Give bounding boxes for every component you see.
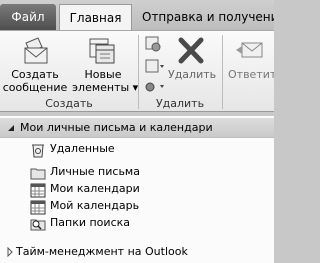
ribbon: Создать сообщение Новые элементы ▾ Создать xyxy=(0,30,274,112)
outlook-window: Файл Главная Отправка и получение Создат… xyxy=(0,0,274,263)
folder-icon xyxy=(30,168,46,180)
create-message-button[interactable]: Создать сообщение xyxy=(2,33,68,94)
calendar-icon xyxy=(30,183,46,198)
new-items-icon xyxy=(89,38,115,64)
dropdown-caret-icon: ▾ xyxy=(129,81,139,94)
create-message-label: Создать сообщение xyxy=(2,68,68,94)
ribbon-tab-bar: Файл Главная Отправка и получение xyxy=(0,0,274,30)
collapse-arrow-icon[interactable] xyxy=(6,123,16,133)
new-mail-icon xyxy=(24,37,48,64)
delete-button[interactable]: Удалить xyxy=(168,33,217,91)
new-items-label: Новые элементы ▾ xyxy=(72,68,139,94)
folder-label: Удаленные xyxy=(50,142,115,155)
expand-arrow-icon[interactable] xyxy=(6,247,14,257)
deleted-items-icon xyxy=(32,144,44,158)
ribbon-separator xyxy=(138,35,139,109)
delete-icon xyxy=(178,37,204,64)
navigation-pane: Мои личные письма и календари Удаленные … xyxy=(0,112,274,263)
reply-button[interactable]: Ответить xyxy=(228,33,274,91)
create-group-label: Создать xyxy=(45,97,93,110)
delete-group-label: Удалить xyxy=(155,97,205,110)
pane-divider[interactable] xyxy=(0,112,274,116)
search-folder-icon xyxy=(30,219,46,231)
tab-home[interactable]: Главная xyxy=(59,4,132,30)
folder-label: Мой календарь xyxy=(50,199,140,212)
outlook-data-file[interactable]: Тайм-менеджмент на Outlook xyxy=(0,242,274,263)
mailbox-header[interactable]: Мои личные письма и календари xyxy=(0,118,274,138)
tab-send-receive[interactable]: Отправка и получение xyxy=(134,4,274,30)
reply-label: Ответить xyxy=(228,68,274,81)
calendar-icon xyxy=(30,200,46,215)
mailbox-header-label: Мои личные письма и календари xyxy=(20,121,213,134)
folder-label: Папки поиска xyxy=(50,216,130,229)
cleanup-icon[interactable] xyxy=(144,57,166,75)
tab-file[interactable]: Файл xyxy=(0,4,56,30)
data-file-label: Тайм-менеджмент на Outlook xyxy=(16,245,188,258)
delete-label: Удалить xyxy=(168,68,217,81)
junk-icon[interactable] xyxy=(144,79,166,95)
folder-label: Мои календари xyxy=(50,182,140,195)
ribbon-separator xyxy=(222,35,223,109)
folder-label: Личные письма xyxy=(50,165,140,178)
new-items-button[interactable]: Новые элементы ▾ xyxy=(72,33,139,94)
reply-icon xyxy=(236,42,263,58)
ignore-icon[interactable] xyxy=(144,35,162,53)
